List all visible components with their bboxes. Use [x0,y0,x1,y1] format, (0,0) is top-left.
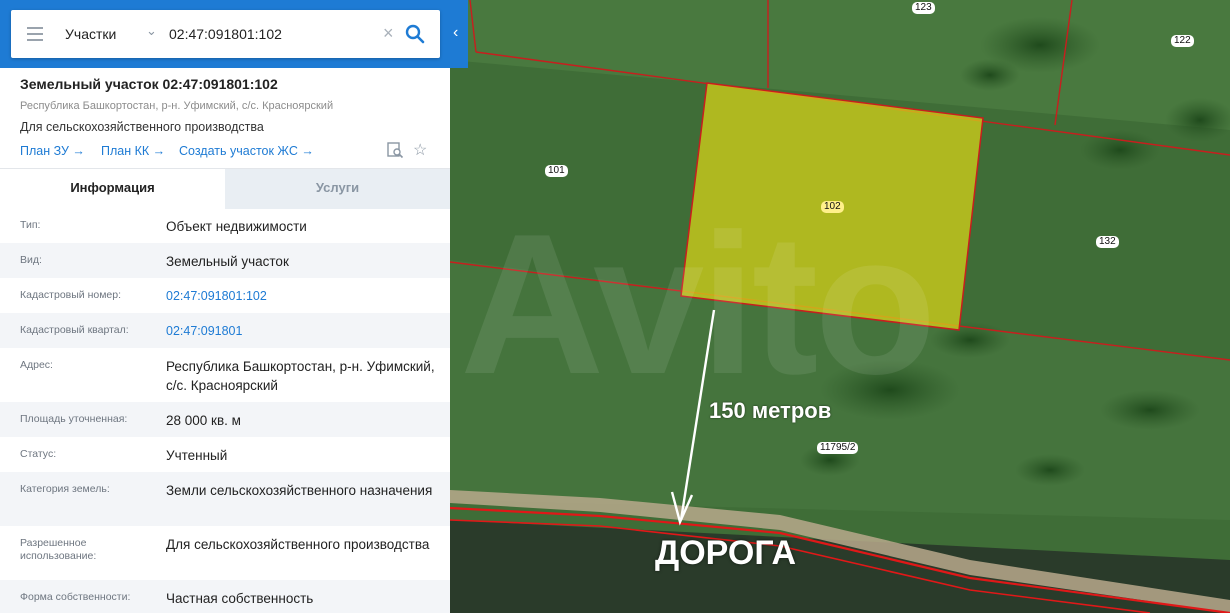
object-usage: Для сельскохозяйственного производства [20,120,264,134]
attribute-value: Частная собственность [166,591,314,606]
search-icon[interactable] [405,24,425,44]
attribute-value: Объект недвижимости [166,219,307,234]
attribute-value: Земли сельскохозяйственного назначения [166,483,433,498]
tab-bar: Информация Услуги [0,168,450,209]
road-annotation: ДОРОГА [655,534,797,572]
object-title: Земельный участок 02:47:091801:102 [20,76,278,92]
avito-watermark: Avito [460,193,937,416]
close-icon[interactable]: × [383,22,394,44]
chevron-down-icon[interactable]: ⌄ [146,23,157,39]
attribute-value: Для сельскохозяйственного производства [166,537,430,552]
attribute-value: Земельный участок [166,254,289,269]
attribute-row: Площадь уточненная: 28 000 кв. м [0,402,450,437]
attribute-row: Тип: Объект недвижимости [0,208,450,243]
attribute-label: Кадастровый номер: [20,289,122,301]
parcel-label[interactable]: 101 [545,165,568,177]
search-input[interactable] [169,22,379,46]
attribute-value: Республика Башкортостан, р-н. Уфимский, … [166,359,435,393]
search-bar: Участки ⌄ × [0,0,450,68]
cadastral-number-link[interactable]: 02:47:091801:102 [166,287,436,306]
attribute-list: Тип: Объект недвижимости Вид: Земельный … [0,208,450,613]
attribute-row: Кадастровый квартал: 02:47:091801 [0,313,450,348]
chevron-left-icon: ‹ [453,24,459,41]
attribute-label: Кадастровый квартал: [20,324,129,336]
menu-icon[interactable] [27,27,43,41]
selected-parcel-label[interactable]: 102 [821,201,844,213]
info-panel: Участки ⌄ × Земельный участок 02:47:0918… [0,0,450,613]
parcel-label[interactable]: 132 [1096,236,1119,248]
search-scope-select[interactable]: Участки [65,26,116,42]
attribute-label: Адрес: [20,359,53,371]
document-search-icon[interactable] [386,141,404,159]
attribute-row: Категория земель: Земли сельскохозяйстве… [0,472,450,526]
attribute-label: Вид: [20,254,42,266]
plan-zu-link[interactable]: План ЗУ → [20,144,85,158]
satellite-map[interactable]: Avito 123 122 101 102 132 11795/2 150 ме… [450,0,1230,613]
search-box: Участки ⌄ × [11,10,440,58]
create-zs-link[interactable]: Создать участок ЖС → [179,144,314,158]
parcel-label[interactable]: 123 [912,2,935,14]
attribute-row: Кадастровый номер: 02:47:091801:102 [0,278,450,313]
attribute-value: Учтенный [166,448,228,463]
parcel-label[interactable]: 122 [1171,35,1194,47]
attribute-row: Адрес: Республика Башкортостан, р-н. Уфи… [0,348,450,402]
attribute-label: Статус: [20,448,57,460]
distance-annotation: 150 метров [709,398,832,423]
star-icon[interactable]: ☆ [413,140,427,160]
cadastral-quarter-link[interactable]: 02:47:091801 [166,322,436,341]
attribute-label: Форма собственности: [20,591,131,603]
attribute-label: Категория земель: [20,483,110,495]
attribute-row: Разрешенное использование: Для сельскохо… [0,526,450,580]
object-address: Республика Башкортостан, р-н. Уфимский, … [20,100,334,112]
tab-info[interactable]: Информация [0,169,225,209]
parcel-label[interactable]: 11795/2 [817,442,859,454]
tab-services[interactable]: Услуги [225,169,450,209]
attribute-row: Форма собственности: Частная собственнос… [0,580,450,613]
attribute-label: Тип: [20,219,41,231]
attribute-row: Вид: Земельный участок [0,243,450,278]
collapse-panel-button[interactable]: ‹ [450,0,468,68]
plan-kk-link[interactable]: План КК → [101,144,165,158]
attribute-value: 28 000 кв. м [166,413,241,428]
attribute-row: Статус: Учтенный [0,437,450,472]
attribute-label: Разрешенное использование: [20,537,97,562]
attribute-label: Площадь уточненная: [20,413,128,425]
